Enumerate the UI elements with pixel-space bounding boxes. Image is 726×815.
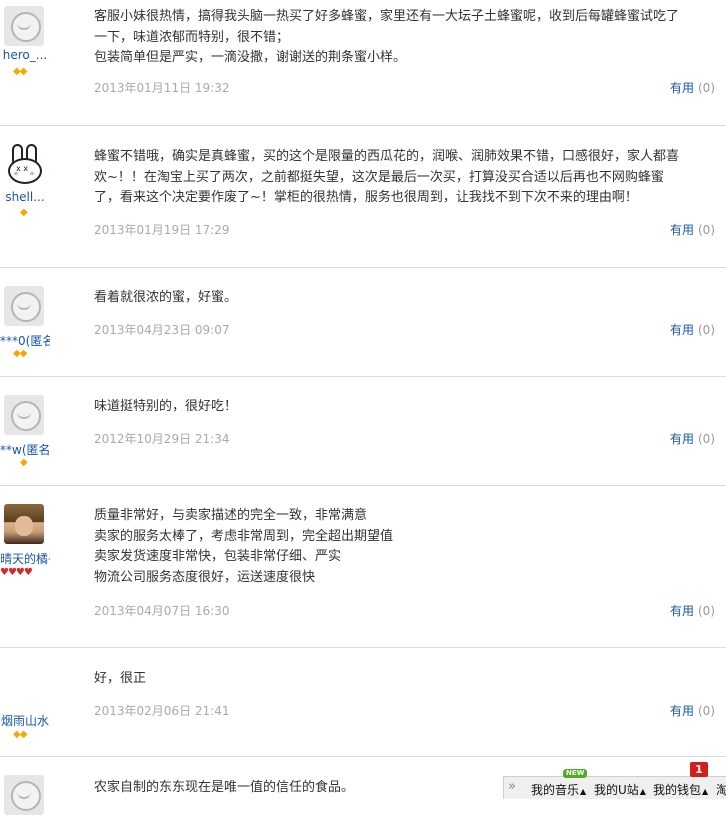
toolbar-my-wallet[interactable]: 我的钱包▲ — [653, 781, 708, 798]
useful-count: (0) — [698, 604, 715, 618]
useful-count: (0) — [698, 704, 715, 718]
useful-button[interactable]: 有用 — [670, 223, 694, 237]
buyer-level-badge-icon: ◆ — [20, 457, 28, 468]
review-content: 蜂蜜不错哦，确实是真蜂蜜，买的这个是限量的西瓜花的，润喉、润肺效果不错，口感很好… — [94, 147, 722, 209]
caret-up-icon: ▲ — [702, 787, 709, 796]
review-line: 包装简单但是严实，一滴没撒，谢谢送的荆条蜜小样。 — [94, 50, 407, 65]
useful-vote[interactable]: 有用 (0) — [670, 321, 715, 338]
avatar[interactable] — [4, 286, 44, 326]
buyer-level-badge-icon: ♥♥♥♥ — [0, 567, 33, 578]
useful-count: (0) — [698, 432, 715, 446]
bottom-toolbar: » 我的音乐▲ 我的U站▲ 我的钱包▲ 淘 — [503, 776, 726, 799]
buyer-level-badge-icon: ◆◆ — [13, 66, 27, 77]
toolbar-my-u-station-label: 我的U站 — [594, 783, 639, 797]
review-line: 了，看来这个决定要作废了~！掌柜的很热情，服务也很周到，让我找不到下次不来的理由… — [94, 190, 638, 205]
review-date: 2013年04月23日 09:07 — [94, 323, 230, 337]
review-date: 2012年10月29日 21:34 — [94, 432, 230, 446]
notification-count-badge: 1 — [690, 762, 708, 777]
review-date: 2013年04月07日 16:30 — [94, 604, 230, 618]
toolbar-my-music-label: 我的音乐 — [531, 783, 580, 797]
username-link[interactable]: **w(匿名) — [0, 441, 50, 458]
review-date: 2013年01月11日 19:32 — [94, 81, 230, 95]
toolbar-my-u-station[interactable]: 我的U站▲ — [594, 781, 646, 798]
review-item: 烟雨山水 ◆◆ 好，很正 2013年02月06日 21:41 有用 (0) — [0, 648, 726, 757]
username-link[interactable]: ***0(匿名) — [0, 332, 50, 349]
review-line: 味道挺特别的，很好吃！ — [94, 399, 238, 414]
useful-vote[interactable]: 有用 (0) — [670, 430, 715, 447]
review-content: 质量非常好，与卖家描述的完全一致，非常满意 卖家的服务太棒了，考虑非常周到，完全… — [94, 506, 722, 588]
useful-vote[interactable]: 有用 (0) — [670, 602, 715, 619]
caret-up-icon: ▲ — [639, 787, 646, 796]
useful-vote[interactable]: 有用 (0) — [670, 702, 715, 719]
avatar[interactable] — [4, 395, 44, 435]
useful-button[interactable]: 有用 — [670, 323, 694, 337]
buyer-level-badge-icon: ◆◆ — [13, 729, 27, 740]
toolbar-cut-off-item[interactable]: 淘 — [716, 781, 726, 798]
toolbar-my-wallet-label: 我的钱包 — [653, 783, 702, 797]
toolbar-my-music[interactable]: 我的音乐▲ — [531, 781, 586, 798]
review-line: 物流公司服务态度很好，运送速度很快 — [94, 569, 316, 585]
review-item: hero_... ◆◆ 客服小妹很热情，搞得我头脑一热买了好多蜂蜜，家里还有一大… — [0, 0, 726, 126]
review-date: 2013年02月06日 21:41 — [94, 704, 230, 718]
buyer-level-badge-icon: ◆ — [20, 207, 28, 218]
buyer-level-badge-icon: ◆◆ — [13, 348, 27, 359]
review-content: 看着就很浓的蜜，好蜜。 — [94, 288, 722, 309]
review-content: 好，很正 — [94, 669, 722, 690]
username-link[interactable]: shell... — [0, 190, 50, 204]
avatar[interactable] — [4, 144, 44, 184]
useful-button[interactable]: 有用 — [670, 604, 694, 618]
review-item: shell... ◆ 蜂蜜不错哦，确实是真蜂蜜，买的这个是限量的西瓜花的，润喉、… — [0, 126, 726, 268]
useful-button[interactable]: 有用 — [670, 432, 694, 446]
caret-up-icon: ▲ — [580, 787, 587, 796]
review-line: 看着就很浓的蜜，好蜜。 — [94, 290, 238, 305]
review-line: 一下，味道浓郁而特别，很不错； — [94, 29, 290, 45]
review-line: 欢~！！在淘宝上买了两次，之前都挺失望，这次是最后一次买，打算没买合适以后再也不… — [94, 169, 664, 185]
useful-vote[interactable]: 有用 (0) — [670, 79, 715, 96]
username-link[interactable]: 烟雨山水 — [0, 712, 50, 729]
useful-button[interactable]: 有用 — [670, 704, 694, 718]
review-line: 蜂蜜不错哦，确实是真蜂蜜，买的这个是限量的西瓜花的，润喉、润肺效果不错，口感很好… — [94, 149, 680, 164]
review-content: 客服小妹很热情，搞得我头脑一热买了好多蜂蜜，家里还有一大坛子土蜂蜜呢，收到后每罐… — [94, 7, 722, 69]
review-line: 客服小妹很热情，搞得我头脑一热买了好多蜂蜜，家里还有一大坛子土蜂蜜呢，收到后每罐… — [94, 9, 680, 24]
useful-button[interactable]: 有用 — [670, 81, 694, 95]
review-item: 晴天的橘子 ♥♥♥♥ 质量非常好，与卖家描述的完全一致，非常满意 卖家的服务太棒… — [0, 486, 726, 648]
review-line: 好，很正 — [94, 671, 147, 686]
review-line: 卖家发货速度非常快，包装非常仔细、严实 — [94, 549, 342, 564]
review-line: 卖家的服务太棒了，考虑非常周到，完全超出期望值 — [94, 528, 394, 544]
useful-count: (0) — [698, 323, 715, 337]
username-link[interactable]: 晴天的橘子 — [0, 550, 50, 567]
review-item: ***0(匿名) ◆◆ 看着就很浓的蜜，好蜜。 2013年04月23日 09:0… — [0, 268, 726, 377]
review-line: 质量非常好，与卖家描述的完全一致，非常满意 — [94, 508, 368, 523]
collapse-toolbar-icon[interactable]: » — [508, 779, 516, 794]
review-content: 味道挺特别的，很好吃！ — [94, 397, 722, 418]
review-date: 2013年01月19日 17:29 — [94, 223, 230, 237]
useful-vote[interactable]: 有用 (0) — [670, 221, 715, 238]
username-link[interactable]: hero_... — [0, 48, 50, 62]
useful-count: (0) — [698, 223, 715, 237]
avatar[interactable] — [4, 504, 44, 544]
useful-count: (0) — [698, 81, 715, 95]
review-item: **w(匿名) ◆ 味道挺特别的，很好吃！ 2012年10月29日 21:34 … — [0, 377, 726, 486]
new-badge: NEW — [563, 769, 588, 778]
avatar[interactable] — [4, 775, 44, 815]
avatar[interactable] — [4, 6, 44, 46]
